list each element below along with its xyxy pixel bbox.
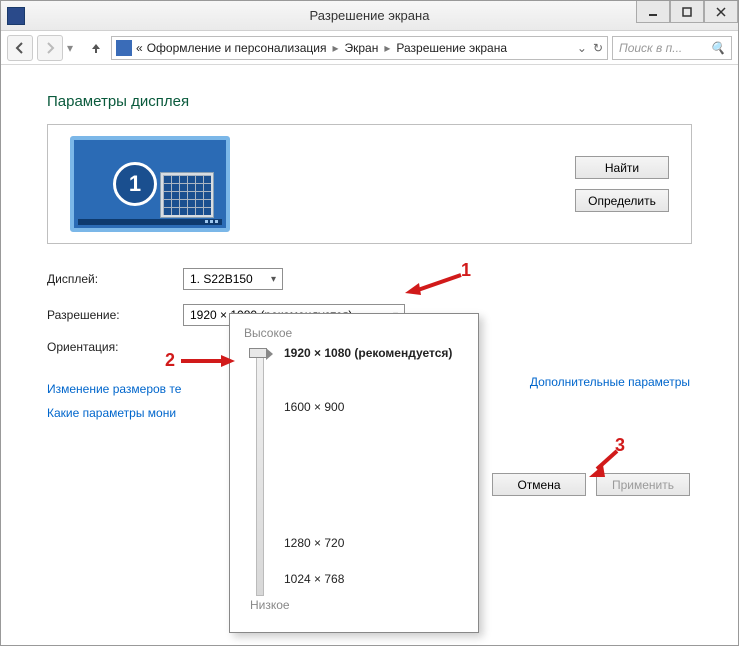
content-area: Параметры дисплея 1 Найти Определить Дис… (1, 65, 738, 645)
dropdown-high-label: Высокое (244, 326, 464, 340)
resolution-option[interactable]: 1920 × 1080 (рекомендуется) (284, 346, 452, 360)
chevron-down-icon: ▾ (271, 274, 276, 285)
window-controls (636, 1, 738, 23)
monitor-preview[interactable]: 1 (70, 136, 230, 232)
annotation-number-2: 2 (165, 350, 175, 371)
resolution-slider[interactable]: 1920 × 1080 (рекомендуется) 1600 × 900 1… (250, 348, 464, 598)
refresh-icon[interactable]: ↻ (593, 41, 603, 55)
display-select[interactable]: 1. S22B150 ▾ (183, 268, 283, 290)
which-monitor-link[interactable]: Какие параметры мони (47, 406, 176, 420)
orientation-label: Ориентация: (47, 340, 183, 354)
nav-bar: ▾ « Оформление и персонализация ▸ Экран … (1, 31, 738, 65)
back-button[interactable] (7, 35, 33, 61)
history-dropdown-button[interactable]: ▾ (67, 41, 81, 55)
up-button[interactable] (85, 37, 107, 59)
address-dropdown-icon[interactable]: ⌄ (577, 41, 587, 55)
address-bar[interactable]: « Оформление и персонализация ▸ Экран ▸ … (111, 36, 608, 60)
close-button[interactable] (704, 1, 738, 23)
annotation-number-1: 1 (461, 260, 471, 281)
resolution-option[interactable]: 1024 × 768 (284, 572, 344, 586)
dropdown-low-label: Низкое (250, 598, 464, 612)
breadcrumb-prefix: « (136, 41, 143, 55)
page-heading: Параметры дисплея (47, 93, 692, 110)
display-label: Дисплей: (47, 272, 183, 286)
find-button[interactable]: Найти (575, 156, 669, 179)
resolution-label: Разрешение: (47, 308, 183, 322)
detect-button[interactable]: Определить (575, 189, 669, 212)
monitor-taskbar (78, 219, 222, 225)
maximize-button[interactable] (670, 1, 704, 23)
window-title: Разрешение экрана (1, 8, 738, 23)
monitor-number: 1 (113, 162, 157, 206)
forward-button[interactable] (37, 35, 63, 61)
breadcrumb-item[interactable]: Экран (344, 41, 378, 55)
resolution-option[interactable]: 1280 × 720 (284, 536, 344, 550)
breadcrumb-item[interactable]: Оформление и персонализация (147, 41, 327, 55)
display-select-value: 1. S22B150 (190, 272, 253, 286)
minimize-button[interactable] (636, 1, 670, 23)
resolution-option[interactable]: 1600 × 900 (284, 400, 344, 414)
chevron-right-icon: ▸ (382, 41, 392, 55)
monitor-app-icon (160, 172, 214, 218)
app-icon (7, 7, 25, 25)
search-icon: 🔍 (710, 41, 725, 55)
cancel-button[interactable]: Отмена (492, 473, 586, 496)
breadcrumb-item[interactable]: Разрешение экрана (396, 41, 507, 55)
search-input[interactable]: Поиск в п... 🔍 (612, 36, 732, 60)
slider-thumb[interactable] (249, 348, 267, 358)
advanced-params-link[interactable]: Дополнительные параметры (530, 375, 690, 389)
title-bar: Разрешение экрана (1, 1, 738, 31)
annotation-arrow-2 (179, 353, 235, 369)
chevron-right-icon: ▸ (330, 41, 340, 55)
folder-icon (116, 40, 132, 56)
slider-track (256, 352, 264, 596)
search-placeholder: Поиск в п... (619, 41, 682, 55)
annotation-number-3: 3 (615, 435, 625, 456)
annotation-arrow-1 (405, 273, 463, 295)
resolution-dropdown-popup: Высокое 1920 × 1080 (рекомендуется) 1600… (229, 313, 479, 633)
resize-text-link[interactable]: Изменение размеров те (47, 382, 181, 396)
display-preview-box: 1 Найти Определить (47, 124, 692, 244)
